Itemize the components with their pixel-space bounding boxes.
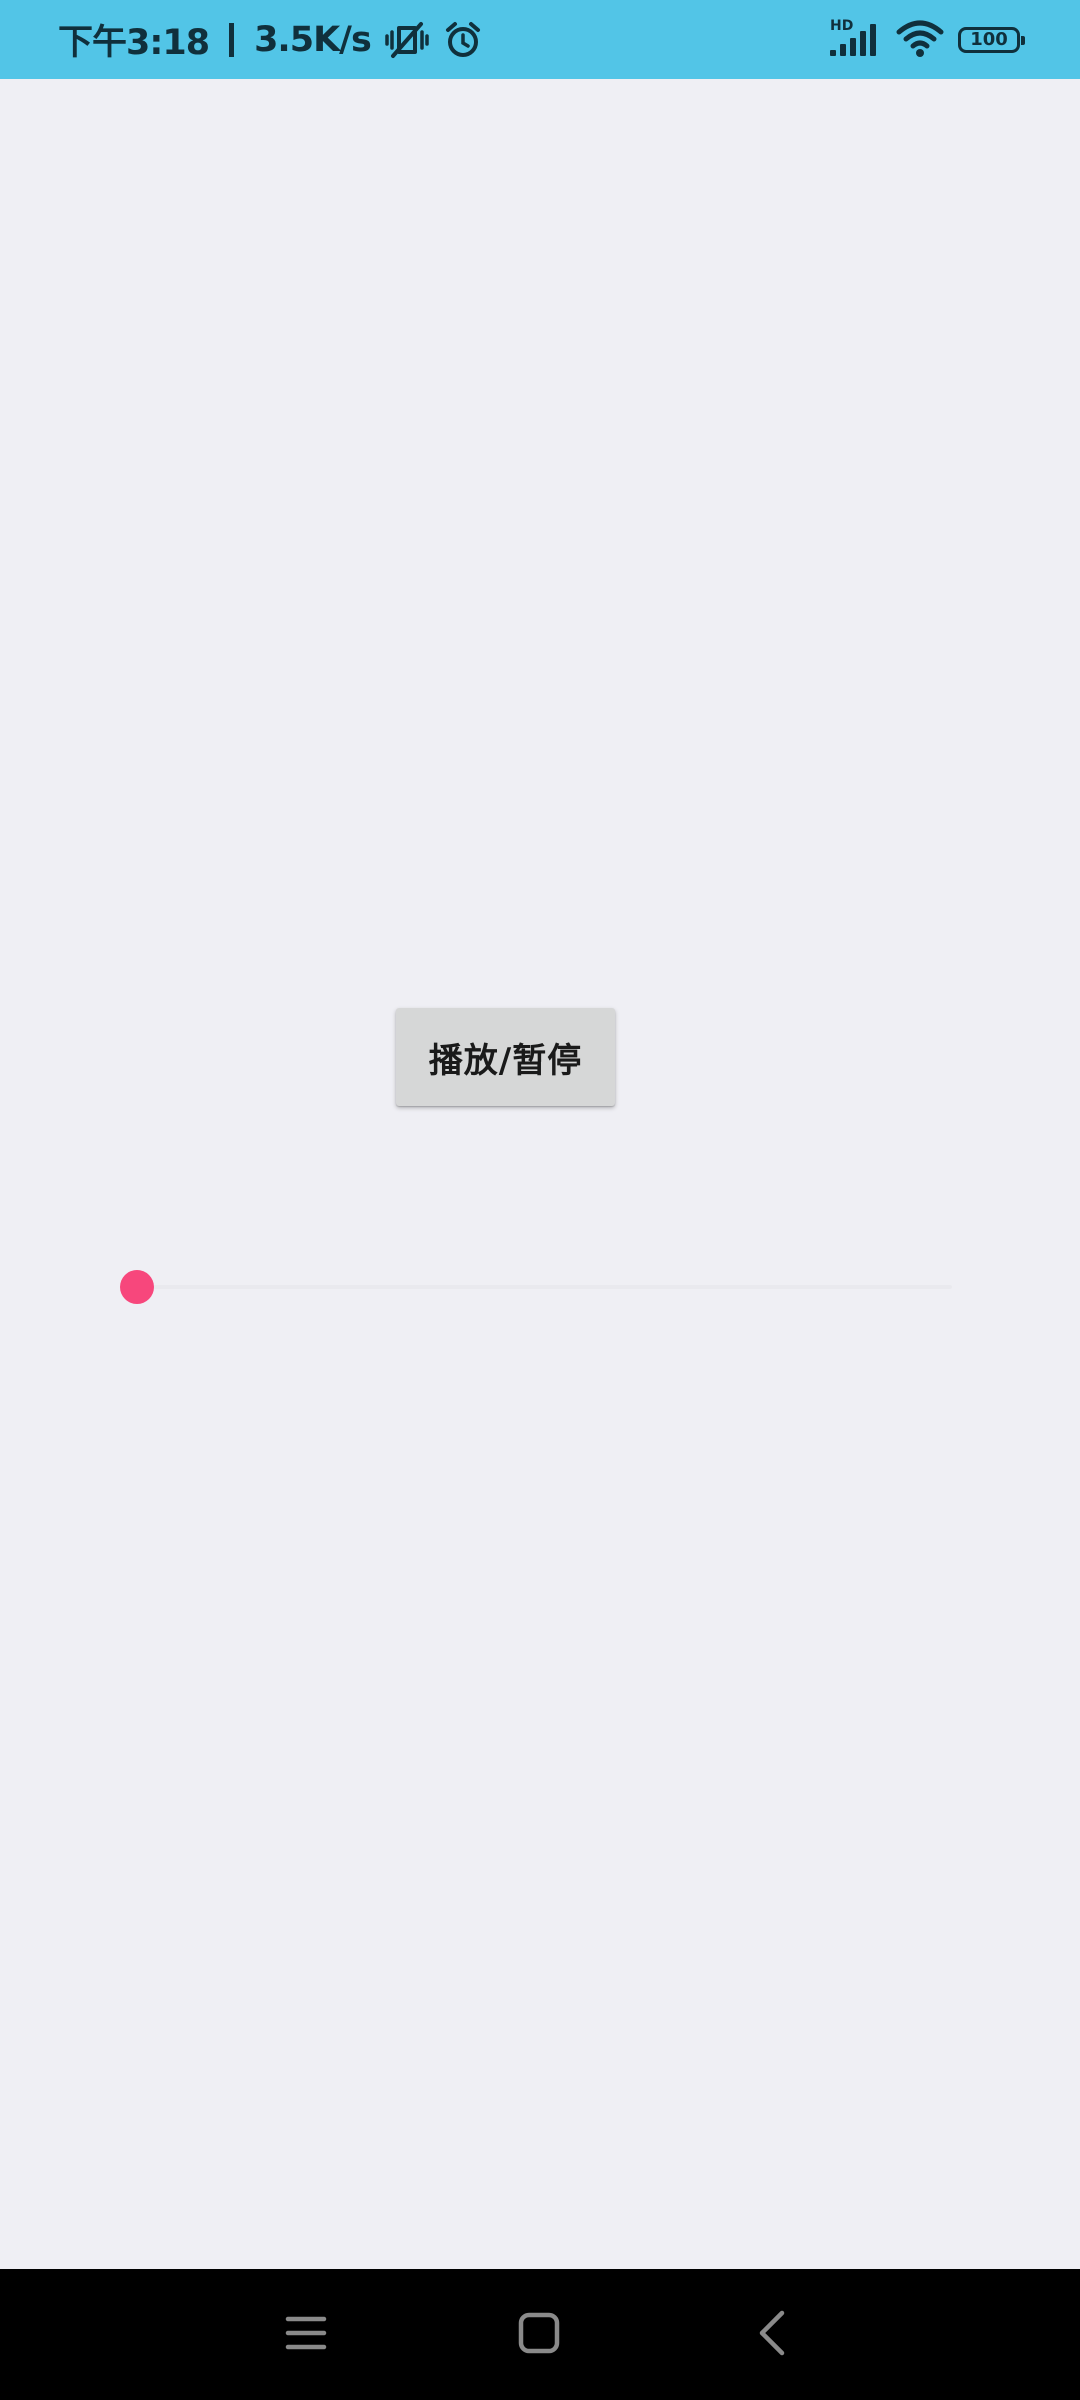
wifi-icon — [896, 18, 944, 62]
home-icon — [517, 2311, 561, 2359]
status-bar: 下午3:18 3.5K/s HD 100 — [0, 0, 1080, 79]
menu-icon — [284, 2313, 328, 2357]
navigation-bar — [0, 2269, 1080, 2400]
play-pause-button[interactable]: 播放/暂停 — [396, 1008, 615, 1106]
battery-level: 100 — [970, 29, 1008, 50]
alarm-icon — [443, 20, 483, 60]
status-right: HD 100 — [828, 0, 1025, 79]
status-left: 下午3:18 3.5K/s — [58, 0, 483, 79]
vibrate-off-icon — [385, 20, 429, 60]
back-icon — [754, 2309, 790, 2361]
back-button[interactable] — [712, 2269, 832, 2400]
status-time: 下午3:18 — [58, 23, 210, 63]
seekbar[interactable] — [120, 1270, 952, 1304]
network-speed: 3.5K/s — [254, 19, 372, 60]
signal-icon: HD — [828, 18, 882, 60]
status-separator — [229, 22, 235, 57]
seekbar-track — [138, 1285, 952, 1289]
menu-button[interactable] — [246, 2269, 366, 2400]
battery-icon: 100 — [958, 26, 1025, 53]
screen: 下午3:18 3.5K/s HD 100 播放/暂停 — [0, 0, 1080, 2400]
home-button[interactable] — [479, 2269, 599, 2400]
seekbar-thumb[interactable] — [120, 1270, 154, 1304]
